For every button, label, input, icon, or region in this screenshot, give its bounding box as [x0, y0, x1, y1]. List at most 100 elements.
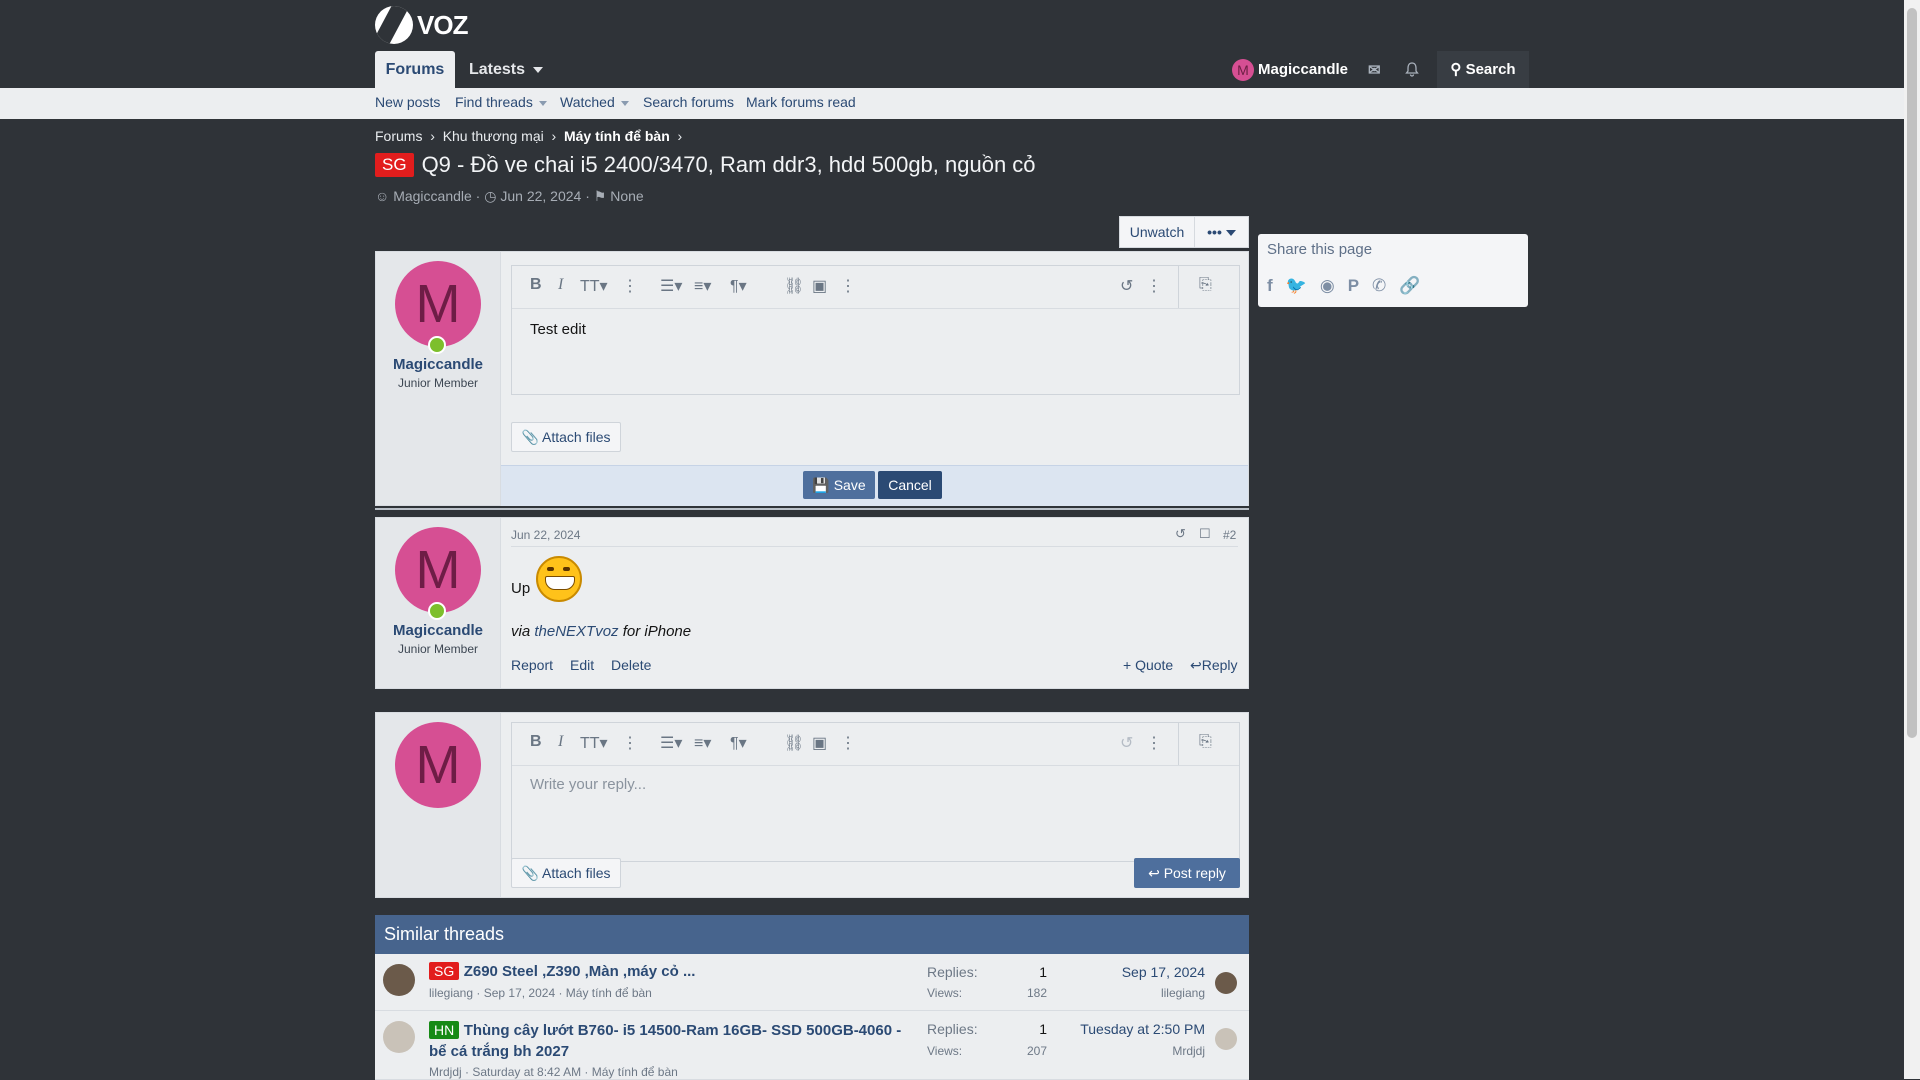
quote-link[interactable]: + Quote	[1123, 657, 1173, 673]
bold-icon[interactable]: B	[530, 276, 542, 294]
list-icon[interactable]: ☰▾	[660, 733, 682, 753]
more-options-icon[interactable]: ⋮	[840, 733, 856, 753]
subnav-new-posts[interactable]: New posts	[375, 94, 440, 110]
thread-meta: Mrdjdj · Saturday at 8:42 AM · Máy tính …	[429, 1065, 678, 1079]
bold-icon[interactable]: B	[530, 733, 542, 751]
undo-icon[interactable]: ↺	[1120, 276, 1133, 296]
thread-tools-menu-button[interactable]: •••	[1194, 216, 1249, 248]
link-icon[interactable]: ⛓	[784, 733, 804, 753]
paragraph-icon[interactable]: ¶▾	[730, 276, 747, 296]
thread-forum[interactable]: Máy tính để bàn	[592, 1065, 678, 1079]
editor-toolbar: B I TT▾ ⋮ ☰▾ ≡▾ ¶▾ ⛓ ▣ ⋮ ↺ ⋮ ⎘	[512, 266, 1239, 309]
avatar[interactable]	[1215, 972, 1237, 994]
report-link[interactable]: Report	[511, 657, 553, 673]
avatar[interactable]: M	[395, 261, 481, 347]
subnav-find-threads[interactable]: Find threads	[455, 94, 547, 110]
list-item[interactable]: HN Thùng cây lướt B760- i5 14500-Ram 16G…	[375, 1011, 1249, 1080]
post-date[interactable]: Jun 22, 2024	[511, 528, 580, 542]
pinterest-icon[interactable]: P	[1348, 276, 1359, 296]
views-label: Views:	[927, 986, 963, 1000]
site-logo[interactable]: VOZ	[375, 6, 468, 44]
avatar[interactable]: M	[395, 527, 481, 613]
vertical-scrollbar[interactable]	[1904, 0, 1920, 1079]
link-icon[interactable]: 🔗	[1399, 276, 1420, 296]
align-icon[interactable]: ≡▾	[694, 733, 711, 753]
avatar[interactable]	[383, 1021, 415, 1053]
post-reply-button[interactable]: ↩ Post reply	[1134, 858, 1240, 888]
last-post-date[interactable]: Tuesday at 2:50 PM	[1055, 1021, 1205, 1037]
subnav-search-forums[interactable]: Search forums	[643, 94, 734, 110]
more-options-icon[interactable]: ⋮	[840, 276, 856, 296]
thread-author[interactable]: Magiccandle	[393, 188, 472, 204]
more-options-icon[interactable]: ⋮	[1146, 733, 1162, 753]
bell-icon[interactable]	[1405, 51, 1419, 88]
whatsapp-icon[interactable]: ✆	[1372, 276, 1386, 296]
post-number[interactable]: #2	[1223, 528, 1236, 542]
avatar[interactable]	[383, 964, 415, 996]
last-post-user[interactable]: lilegiang	[1065, 986, 1205, 1000]
search-button[interactable]: ⚲ Search	[1437, 51, 1529, 88]
clock-icon: ◷	[484, 188, 497, 204]
edit-link[interactable]: Edit	[570, 657, 594, 673]
italic-icon[interactable]: I	[558, 276, 563, 294]
preview-toggle[interactable]: ⎘	[1178, 723, 1239, 765]
align-icon[interactable]: ≡▾	[694, 276, 711, 296]
similar-thread-title[interactable]: Z690 Steel ,Z390 ,Màn ,máy cỏ ...	[464, 963, 696, 980]
image-icon[interactable]: ▣	[812, 276, 827, 296]
undo-icon[interactable]: ↺	[1120, 733, 1133, 753]
account-link[interactable]: M Magiccandle	[1232, 51, 1348, 88]
subnav-watched[interactable]: Watched	[560, 94, 629, 110]
preview-toggle[interactable]: ⎘	[1178, 266, 1239, 308]
thread-title: Q9 - Đồ ve chai i5 2400/3470, Ram ddr3, …	[421, 152, 1036, 177]
reply-link[interactable]: ↩Reply	[1190, 657, 1238, 674]
last-post-user[interactable]: Mrdjdj	[1065, 1044, 1205, 1058]
similar-thread-title[interactable]: Thùng cây lướt B760- i5 14500-Ram 16GB- …	[429, 1022, 901, 1060]
paragraph-icon[interactable]: ¶▾	[730, 733, 747, 753]
thread-forum[interactable]: Máy tính để bàn	[566, 986, 652, 1000]
reply-placeholder[interactable]: Write your reply...	[530, 776, 646, 793]
subnav-mark-read[interactable]: Mark forums read	[746, 94, 856, 110]
thread-date[interactable]: Jun 22, 2024	[500, 188, 581, 204]
breadcrumb-may-tinh-de-ban[interactable]: Máy tính để bàn	[564, 128, 670, 144]
avatar[interactable]: M	[395, 722, 481, 808]
italic-icon[interactable]: I	[558, 733, 563, 751]
tab-forums[interactable]: Forums	[375, 51, 455, 88]
mail-icon[interactable]: ✉	[1368, 51, 1381, 88]
breadcrumb-khu-thuong-mai[interactable]: Khu thương mại	[443, 128, 544, 144]
font-size-icon[interactable]: TT▾	[580, 276, 608, 296]
thread-author[interactable]: Mrdjdj	[429, 1065, 462, 1079]
cancel-button[interactable]: Cancel	[878, 471, 942, 499]
thread-author[interactable]: lilegiang	[429, 986, 473, 1000]
delete-link[interactable]: Delete	[611, 657, 651, 673]
post-username[interactable]: Magiccandle	[376, 356, 500, 373]
share-icon[interactable]: ↺	[1175, 526, 1186, 542]
tab-latests[interactable]: Latests	[469, 51, 544, 88]
more-options-icon[interactable]: ⋮	[622, 276, 638, 296]
editor-content[interactable]: Test edit	[530, 321, 586, 338]
unwatch-button[interactable]: Unwatch	[1119, 216, 1195, 248]
post-username[interactable]: Magiccandle	[376, 622, 500, 639]
edit-actions-bar: 💾 Save Cancel	[501, 465, 1248, 506]
twitter-icon[interactable]: 🐦	[1286, 276, 1307, 296]
via-link[interactable]: theNEXTvoz	[534, 623, 618, 640]
attach-files-button[interactable]: 📎 Attach files	[511, 422, 621, 452]
list-item[interactable]: SG Z690 Steel ,Z390 ,Màn ,máy cỏ ... lil…	[375, 954, 1249, 1011]
thread-meta: lilegiang · Sep 17, 2024 · Máy tính để b…	[429, 986, 652, 1000]
facebook-icon[interactable]: f	[1267, 276, 1273, 296]
link-icon[interactable]: ⛓	[784, 276, 804, 296]
avatar[interactable]	[1215, 1028, 1237, 1050]
attach-files-button[interactable]: 📎 Attach files	[511, 858, 621, 888]
scrollbar-thumb[interactable]	[1907, 8, 1917, 738]
list-icon[interactable]: ☰▾	[660, 276, 682, 296]
bookmark-icon[interactable]: ☐	[1199, 526, 1211, 542]
more-options-icon[interactable]: ⋮	[1146, 276, 1162, 296]
save-button[interactable]: 💾 Save	[803, 471, 875, 499]
reddit-icon[interactable]: ◉	[1320, 276, 1335, 296]
similar-threads-header: Similar threads	[375, 915, 1249, 954]
image-icon[interactable]: ▣	[812, 733, 827, 753]
font-size-icon[interactable]: TT▾	[580, 733, 608, 753]
breadcrumb-forums[interactable]: Forums	[375, 128, 422, 144]
last-post-date[interactable]: Sep 17, 2024	[1065, 964, 1205, 980]
more-options-icon[interactable]: ⋮	[622, 733, 638, 753]
attach-files-label: Attach files	[542, 865, 611, 881]
